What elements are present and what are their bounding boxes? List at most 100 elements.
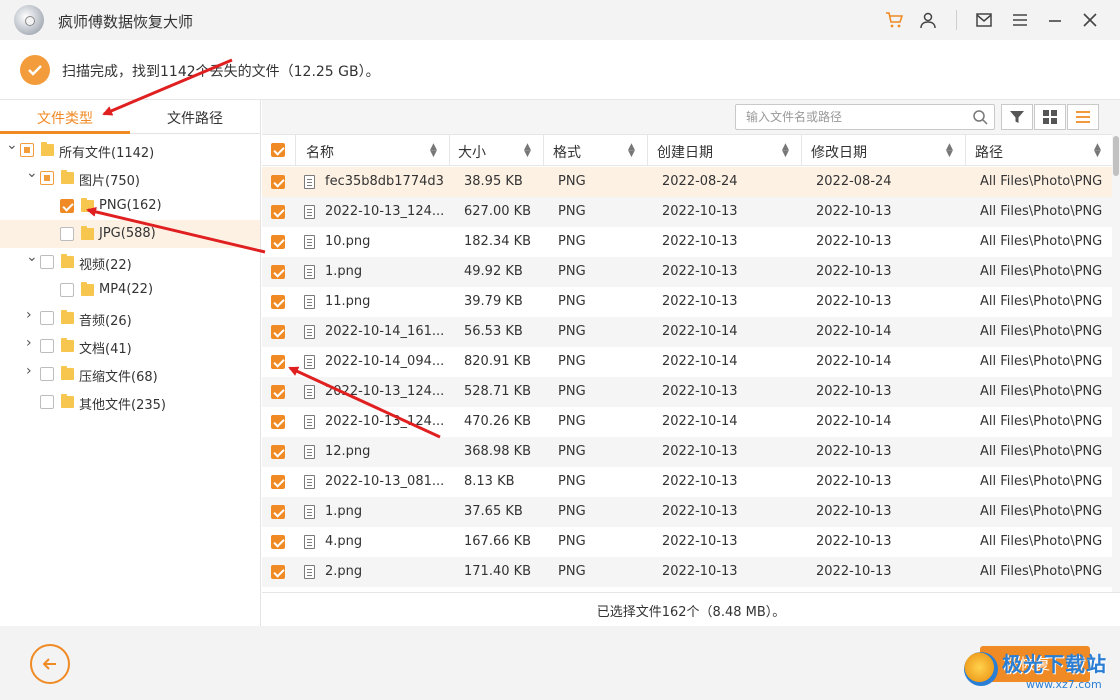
tree-item-checkbox[interactable] — [60, 199, 74, 213]
chevron-down-icon[interactable]: ⌄ — [26, 166, 38, 180]
tree-item[interactable]: PNG(162) — [0, 192, 260, 220]
column-header-size[interactable]: 大小 — [458, 142, 486, 162]
row-checkbox[interactable] — [271, 355, 285, 369]
row-checkbox[interactable] — [271, 445, 285, 459]
row-checkbox[interactable] — [271, 475, 285, 489]
tree-item-checkbox[interactable] — [60, 227, 74, 241]
chevron-down-icon[interactable]: ⌄ — [26, 250, 38, 264]
table-row[interactable]: 2022-10-13_124... 627.00 KB PNG 2022-10-13 2… — [262, 197, 1112, 227]
row-checkbox[interactable] — [271, 265, 285, 279]
tab-file-path[interactable]: 文件路径 — [130, 108, 260, 128]
cart-icon[interactable] — [884, 10, 904, 30]
sort-icon[interactable]: ▲ ▼ — [628, 143, 638, 159]
tree-item-checkbox[interactable] — [40, 171, 54, 185]
tree-item-checkbox[interactable] — [20, 143, 34, 157]
column-header-name[interactable]: 名称 — [306, 142, 334, 162]
row-checkbox[interactable] — [271, 385, 285, 399]
select-all-checkbox[interactable] — [271, 143, 285, 157]
column-header-path[interactable]: 路径 — [975, 142, 1003, 162]
row-checkbox[interactable] — [271, 235, 285, 249]
file-created-date: 2022-08-24 — [662, 174, 738, 189]
list-view-button[interactable] — [1067, 104, 1099, 130]
tree-item[interactable]: ⌄ 图片(750) — [0, 164, 260, 192]
tree-item[interactable]: ⌄ 视频(22) — [0, 248, 260, 276]
table-row[interactable]: 2022-10-13_124... 528.71 KB PNG 2022-10-13 2… — [262, 377, 1112, 407]
row-checkbox[interactable] — [271, 565, 285, 579]
sort-icon[interactable]: ▲ ▼ — [782, 143, 792, 159]
minimize-icon[interactable] — [1045, 10, 1065, 30]
table-row[interactable]: 1.png 37.65 KB PNG 2022-10-13 2022-10-13 All … — [262, 497, 1112, 527]
tree-item[interactable]: › 音频(26) — [0, 304, 260, 332]
table-row[interactable]: 1.png 49.92 KB PNG 2022-10-13 2022-10-13 All … — [262, 257, 1112, 287]
tree-item[interactable]: › 压缩文件(68) — [0, 360, 260, 388]
tree-item[interactable]: › 文档(41) — [0, 332, 260, 360]
folder-icon — [61, 338, 74, 352]
search-icon[interactable] — [972, 109, 988, 125]
table-row[interactable]: 11.png 39.79 KB PNG 2022-10-13 2022-10-13 All… — [262, 287, 1112, 317]
tree-item-checkbox[interactable] — [40, 367, 54, 381]
user-icon[interactable] — [918, 10, 938, 30]
tree-item-label: 文档(41) — [79, 342, 132, 357]
table-row[interactable]: 2022-10-13_081... 8.13 KB PNG 2022-10-13 202… — [262, 467, 1112, 497]
table-row[interactable]: 2022-10-13_124... 470.26 KB PNG 2022-10-14 2… — [262, 407, 1112, 437]
file-created-date: 2022-10-13 — [662, 384, 738, 399]
table-row[interactable]: 10.png 182.34 KB PNG 2022-10-13 2022-10-13 Al… — [262, 227, 1112, 257]
sort-icon[interactable]: ▲ ▼ — [430, 143, 440, 159]
tree-item-checkbox[interactable] — [40, 339, 54, 353]
search-input[interactable] — [746, 108, 966, 126]
chevron-right-icon[interactable]: › — [26, 364, 36, 378]
scrollbar-thumb[interactable] — [1113, 136, 1119, 176]
file-toolbar — [262, 100, 1120, 134]
column-header-format[interactable]: 格式 — [553, 142, 581, 162]
row-checkbox[interactable] — [271, 535, 285, 549]
file-name: 12.png — [325, 444, 371, 459]
sort-icon[interactable]: ▲ ▼ — [1094, 143, 1104, 159]
row-checkbox[interactable] — [271, 325, 285, 339]
mail-icon[interactable] — [974, 10, 994, 30]
tree-item-checkbox[interactable] — [40, 395, 54, 409]
chevron-right-icon[interactable]: › — [26, 336, 36, 350]
tab-file-type[interactable]: 文件类型 — [0, 108, 130, 128]
file-format: PNG — [558, 324, 586, 339]
close-icon[interactable] — [1080, 10, 1100, 30]
tree-item[interactable]: MP4(22) — [0, 276, 260, 304]
file-size: 49.92 KB — [464, 264, 523, 279]
row-checkbox[interactable] — [271, 505, 285, 519]
tree-item[interactable]: JPG(588) — [0, 220, 260, 248]
grid-view-button[interactable] — [1034, 104, 1066, 130]
table-row[interactable]: 12.png 368.98 KB PNG 2022-10-13 2022-10-13 Al… — [262, 437, 1112, 467]
table-row[interactable]: 4.png 167.66 KB PNG 2022-10-13 2022-10-13 All… — [262, 527, 1112, 557]
back-button[interactable] — [30, 644, 70, 684]
file-icon — [304, 175, 315, 189]
row-checkbox[interactable] — [271, 205, 285, 219]
file-size: 528.71 KB — [464, 384, 532, 399]
chevron-right-icon[interactable]: › — [26, 308, 36, 322]
row-checkbox[interactable] — [271, 295, 285, 309]
menu-icon[interactable] — [1010, 10, 1030, 30]
table-row[interactable]: 2022-10-14_094... 820.91 KB PNG 2022-10-14 2… — [262, 347, 1112, 377]
folder-icon — [81, 198, 94, 212]
row-checkbox[interactable] — [271, 415, 285, 429]
table-row[interactable]: 2.png 171.40 KB PNG 2022-10-13 2022-10-13 All… — [262, 557, 1112, 587]
file-created-date: 2022-10-13 — [662, 294, 738, 309]
file-modified-date: 2022-10-13 — [816, 264, 892, 279]
table-row[interactable]: fec35b8db1774d3... 38.95 KB PNG 2022-08-24 2… — [262, 167, 1112, 197]
filter-button[interactable] — [1001, 104, 1033, 130]
tree-item-checkbox[interactable] — [60, 283, 74, 297]
file-name: 2022-10-13_124... — [325, 414, 445, 429]
column-header-modified[interactable]: 修改日期 — [811, 142, 867, 162]
row-checkbox[interactable] — [271, 175, 285, 189]
scrollbar-track[interactable] — [1112, 134, 1120, 592]
tree-item-checkbox[interactable] — [40, 311, 54, 325]
tree-item-checkbox[interactable] — [40, 255, 54, 269]
file-size: 171.40 KB — [464, 564, 532, 579]
column-header-created[interactable]: 创建日期 — [657, 142, 713, 162]
table-row[interactable]: 2022-10-14_161... 56.53 KB PNG 2022-10-14 20… — [262, 317, 1112, 347]
file-created-date: 2022-10-13 — [662, 234, 738, 249]
grid-view-icon — [1043, 110, 1057, 124]
sort-icon[interactable]: ▲ ▼ — [524, 143, 534, 159]
tree-item[interactable]: 其他文件(235) — [0, 388, 260, 416]
sort-icon[interactable]: ▲ ▼ — [946, 143, 956, 159]
chevron-down-icon[interactable]: ⌄ — [6, 138, 18, 152]
tree-item[interactable]: ⌄ 所有文件(1142) — [0, 136, 260, 164]
